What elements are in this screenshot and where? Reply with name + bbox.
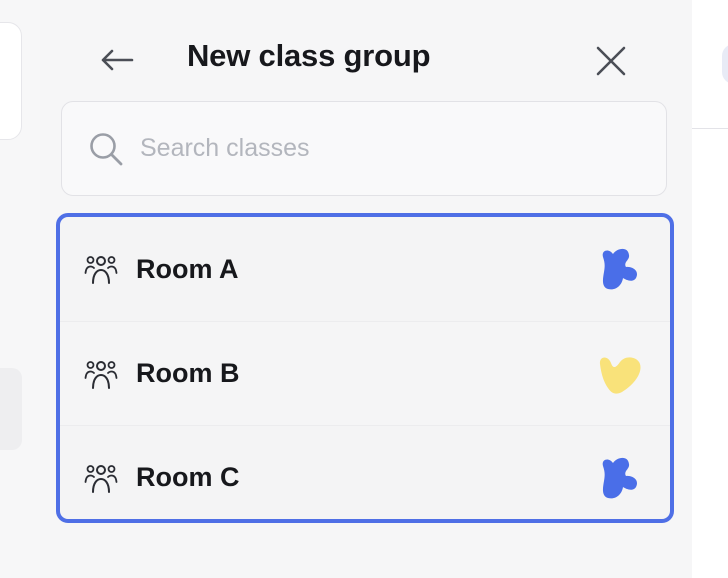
- back-button[interactable]: [96, 42, 138, 78]
- class-row-room-c[interactable]: Room C: [60, 425, 670, 519]
- close-icon: [596, 46, 626, 76]
- screen: New class group Search classes Room A Ro…: [0, 0, 728, 578]
- class-label: Room A: [136, 253, 239, 284]
- yellow-heart-icon: [599, 356, 641, 394]
- close-button[interactable]: [590, 40, 632, 82]
- group-icon: [84, 360, 118, 389]
- search-icon: [90, 132, 123, 165]
- background-right-pane: [692, 0, 728, 578]
- search-box[interactable]: [61, 101, 667, 196]
- blue-blob-icon: [602, 248, 637, 290]
- arrow-left-icon: [101, 49, 134, 71]
- background-divider: [692, 128, 728, 129]
- class-label: Room B: [136, 358, 240, 388]
- new-class-group-panel: New class group Search classes Room A Ro…: [40, 0, 692, 578]
- class-row-room-a[interactable]: Room A: [60, 217, 670, 321]
- class-label: Room C: [136, 462, 240, 492]
- background-pill: [0, 368, 22, 450]
- search-input[interactable]: [140, 134, 560, 163]
- panel-header: New class group: [40, 0, 692, 100]
- group-icon: [84, 464, 118, 493]
- blue-blob-icon: [602, 457, 637, 498]
- group-icon: [84, 256, 118, 284]
- class-list: Room A Room B Room C: [56, 213, 674, 523]
- page-title: New class group: [187, 38, 431, 73]
- background-card: [0, 22, 22, 140]
- background-chip: [722, 44, 728, 84]
- class-row-room-b[interactable]: Room B: [60, 321, 670, 425]
